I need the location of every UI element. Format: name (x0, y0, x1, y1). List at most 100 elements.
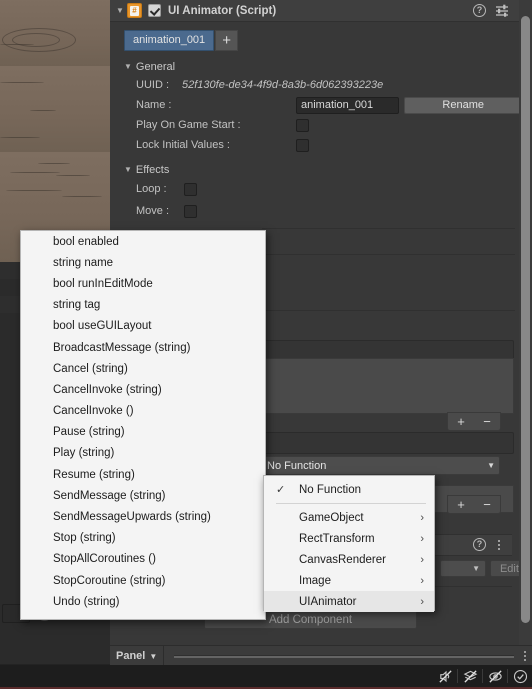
tab-animation-001[interactable]: animation_001 (124, 29, 215, 51)
add-event-button-2[interactable]: + (448, 496, 474, 513)
visibility-off-icon[interactable] (483, 665, 507, 687)
method-context-menu[interactable]: bool enabled string name bool runInEditM… (20, 230, 266, 620)
event-list-add-remove: + − (447, 412, 501, 431)
kebab-menu-icon[interactable] (494, 539, 504, 551)
move-checkbox[interactable] (184, 204, 197, 218)
play-on-game-start-checkbox[interactable] (296, 118, 309, 132)
chevron-down-icon: ▼ (487, 461, 495, 470)
lock-initial-values-label: Lock Initial Values : (136, 139, 230, 151)
uuid-value: 52f130fe-de34-4f9d-8a3b-6d062393223e (182, 79, 384, 91)
menu-item-label: Image (299, 574, 331, 587)
wood-grain (10, 172, 60, 173)
lock-initial-values-checkbox[interactable] (296, 138, 309, 152)
menu-item[interactable]: bool enabled (21, 231, 265, 252)
mute-audio-icon[interactable] (433, 665, 457, 687)
name-label: Name : (136, 99, 172, 111)
game-view[interactable] (0, 0, 110, 262)
effects-section-header[interactable]: ▼ Effects (124, 161, 522, 178)
menu-item[interactable]: Play (string) (21, 443, 265, 464)
general-foldout-icon[interactable]: ▼ (124, 62, 132, 71)
event-list-add-remove-2: + − (447, 495, 501, 514)
layers-off-icon[interactable] (458, 665, 482, 687)
wood-grain (38, 163, 70, 164)
help-icon[interactable]: ? (473, 538, 486, 551)
chevron-down-icon: ▼ (149, 651, 158, 661)
component-foldout-icon[interactable]: ▼ (114, 6, 126, 15)
menu-item-label: CanvasRenderer (299, 553, 386, 566)
general-section: ▼ General UUID : 52f130fe-de34-4f9d-8a3b… (124, 58, 522, 155)
uuid-row: UUID : 52f130fe-de34-4f9d-8a3b-6d0623932… (124, 75, 522, 95)
event-list-body[interactable] (262, 358, 514, 414)
menu-item-image[interactable]: Image › (264, 570, 434, 591)
panel-dropdown[interactable]: Panel ▼ (110, 646, 165, 666)
effects-section: ▼ Effects Loop : Move : (124, 161, 522, 222)
menu-item-gameobject[interactable]: GameObject › (264, 507, 434, 528)
menu-item[interactable]: Stop (string) (21, 528, 265, 549)
event-entry-box[interactable] (262, 432, 514, 454)
menu-item-canvasrenderer[interactable]: CanvasRenderer › (264, 549, 434, 570)
play-on-game-start-row: Play On Game Start : (124, 115, 522, 135)
uuid-label: UUID : (136, 79, 169, 91)
move-label: Move : (136, 205, 170, 217)
menu-item[interactable]: string name (21, 252, 265, 273)
animation-tab-strip: animation_001 + (110, 22, 532, 58)
name-row: Name : animation_001 Rename (124, 95, 522, 115)
loop-row: Loop : (124, 178, 522, 200)
wood-grain (30, 110, 56, 111)
menu-item-no-function[interactable]: ✓ No Function (264, 479, 434, 500)
menu-item[interactable]: bool useGUILayout (21, 316, 265, 337)
menu-item[interactable]: StopCoroutine (string) (21, 570, 265, 591)
component-enabled-checkbox[interactable] (148, 4, 161, 17)
rename-button[interactable]: Rename (404, 96, 522, 114)
lower-mini-dropdown[interactable]: ▼ (440, 560, 486, 577)
name-input[interactable]: animation_001 (296, 96, 400, 114)
loop-checkbox[interactable] (184, 182, 197, 196)
add-animation-button[interactable]: + (215, 29, 239, 51)
menu-item[interactable]: SendMessageUpwards (string) (21, 506, 265, 527)
function-dropdown[interactable]: No Function ▼ (262, 456, 500, 475)
inspector-scrollbar[interactable]: ▼ (519, 0, 532, 655)
menu-item[interactable]: BroadcastMessage (string) (21, 337, 265, 358)
component-type-menu[interactable]: ✓ No Function GameObject › RectTransform… (263, 475, 435, 612)
component-header[interactable]: ▼ # UI Animator (Script) ? (110, 0, 532, 22)
status-bar (110, 665, 532, 687)
preset-slider-icon[interactable] (495, 4, 509, 17)
menu-item[interactable]: Cancel (string) (21, 358, 265, 379)
general-section-header[interactable]: ▼ General (124, 58, 522, 75)
remove-event-button[interactable]: − (474, 413, 500, 430)
help-icon[interactable]: ? (473, 4, 486, 17)
menu-item[interactable]: Resume (string) (21, 464, 265, 485)
wood-grain (6, 190, 62, 191)
menu-item[interactable]: Undo (string) (21, 591, 265, 612)
wood-grain (62, 196, 102, 197)
loop-label: Loop : (136, 183, 167, 195)
chevron-right-icon: › (420, 595, 424, 608)
menu-item[interactable]: bool runInEditMode (21, 273, 265, 294)
menu-item-uianimator[interactable]: UIAnimator › (264, 591, 434, 612)
event-list-header[interactable] (262, 340, 514, 360)
general-section-label: General (135, 60, 176, 73)
lock-initial-values-row: Lock Initial Values : (124, 135, 522, 155)
menu-item[interactable]: string tag (21, 295, 265, 316)
menu-item[interactable]: StopAllCoroutines () (21, 549, 265, 570)
chevron-right-icon: › (420, 574, 424, 587)
panel-slider[interactable] (174, 654, 514, 658)
function-dropdown-value: No Function (267, 459, 327, 472)
row-divider (262, 310, 515, 311)
panel-toolbar: Panel ▼ (110, 645, 532, 666)
row-divider (262, 228, 515, 229)
add-event-button[interactable]: + (448, 413, 474, 430)
inspector-scrollbar-thumb[interactable] (521, 16, 530, 623)
menu-item-label: GameObject (299, 511, 364, 524)
kebab-menu-icon[interactable] (524, 651, 526, 661)
menu-item[interactable]: CancelInvoke () (21, 401, 265, 422)
menu-item[interactable]: Pause (string) (21, 422, 265, 443)
menu-item[interactable]: CancelInvoke (string) (21, 379, 265, 400)
remove-event-button-2[interactable]: − (474, 496, 500, 513)
menu-item-label: RectTransform (299, 532, 375, 545)
row-divider (262, 254, 515, 255)
effects-foldout-icon[interactable]: ▼ (124, 165, 132, 174)
check-circle-icon[interactable] (508, 665, 532, 687)
menu-item[interactable]: SendMessage (string) (21, 485, 265, 506)
menu-item-recttransform[interactable]: RectTransform › (264, 528, 434, 549)
